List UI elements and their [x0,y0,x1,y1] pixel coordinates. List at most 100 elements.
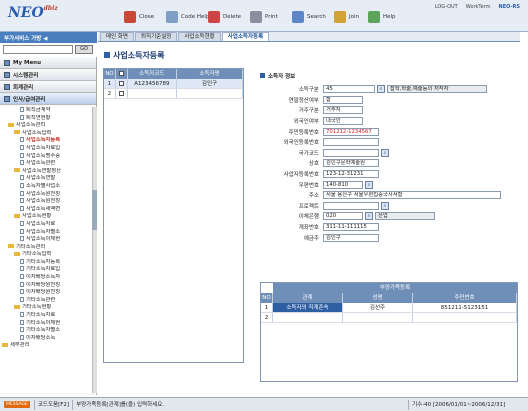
field-input[interactable]: 45 [323,85,375,94]
tab-business-income-registration[interactable]: 사업소득자등록 [221,32,270,41]
logout-link[interactable]: LOG-OUT [435,4,458,10]
row-no: 2 [261,313,273,322]
row-name[interactable] [343,313,413,322]
tree-item[interactable]: 기타소득자료 [0,312,92,320]
lookup-icon[interactable]: ⌕ [377,85,385,94]
field-input[interactable] [323,201,379,210]
field-input[interactable] [323,138,379,147]
row-code[interactable] [128,89,177,98]
tree-item-label: 사업소득명수증 [26,152,61,159]
field-input[interactable]: 김인구문학예술원 [323,159,379,168]
tree-item[interactable]: 사업소득자등록 [0,137,92,145]
tab-main[interactable]: 메인 화면 [100,32,134,41]
field-input[interactable]: 서울 용산구 서울우편집중국사서함 [323,191,501,200]
workterm-link[interactable]: WorkTerm [466,4,491,10]
tree-scrollbar[interactable] [92,107,97,393]
collapse-icon[interactable]: ◀ [43,36,47,42]
field-input[interactable]: 함 [323,95,363,104]
row-rrn[interactable] [413,313,517,322]
field-input[interactable]: 140-810 [323,180,363,189]
field-input[interactable]: 123-12-31231 [323,170,379,179]
close-button[interactable]: Close [124,10,154,24]
tree-item[interactable]: 사업소득세액변 [0,205,92,214]
menu-accounting[interactable]: 회계관리 [0,81,96,93]
field-input[interactable]: 김인구 [323,233,379,242]
tree-scrollbar-thumb[interactable] [92,190,97,230]
tab-retirement-settings[interactable]: 퇴직기준설정 [135,32,178,41]
tree-item[interactable]: 사업소득관련 [0,160,92,168]
tree-item[interactable]: 사업소득자별소 [0,228,92,237]
tree-item[interactable]: 사업소득입력 [0,130,92,138]
field-input[interactable]: 내국인 [323,117,363,126]
checkbox-icon[interactable] [118,81,124,86]
tree-item[interactable]: 이자배당원천징 [0,289,92,297]
lookup-icon[interactable]: ⌕ [365,212,373,221]
lookup-icon[interactable]: ⌕ [381,148,389,157]
tree-item[interactable]: 사업소득연말 [0,175,92,183]
col-check[interactable] [116,69,128,79]
tree-item[interactable]: 기타소득이체현 [0,319,92,328]
tree-item-label: 기타소득관리 [16,243,46,250]
menu-hr-payroll[interactable]: 인사/급여관리 [0,93,96,105]
tree-item[interactable]: 퇴직금계약 [0,107,92,115]
tree-item[interactable]: 기타소득현황 [0,304,92,312]
tree-item[interactable]: 기타소득자등록 [0,258,92,267]
tree-item[interactable]: 이자배당소득 [0,334,92,343]
code-help-button[interactable]: Code Help [166,10,209,24]
search-button[interactable]: Search [292,10,326,24]
lookup-icon[interactable]: ⌕ [365,180,373,189]
tree-item[interactable]: 사업소득명수증 [0,152,92,161]
table-row[interactable]: 2 [104,89,243,99]
tree-item[interactable]: 퇴직연현황 [0,114,92,123]
tree-item[interactable]: 세무관리 [0,342,92,350]
print-button[interactable]: Print [250,10,278,24]
tree-item[interactable]: 사업소득관리 [0,122,92,130]
row-name[interactable] [177,89,243,98]
table-row[interactable]: 1 A123456789 김인구 [104,79,243,89]
tree-item[interactable]: 사업소득이체현 [0,236,92,244]
row-check[interactable] [116,79,128,88]
checkbox-icon[interactable] [118,91,124,96]
field-input[interactable]: 701212-1234567 [323,127,379,136]
tree-item[interactable]: 기타소득자별소 [0,327,92,335]
field-input[interactable]: 거주자 [323,106,363,115]
lookup-icon[interactable]: ⌕ [381,201,389,210]
tree-item-label: 소득자별사업소 [26,182,61,189]
help-icon [368,11,380,23]
neo-link[interactable]: NEO-RS [499,4,520,10]
row-relation[interactable]: 소득자의 직계존속 [273,303,343,312]
field-input[interactable]: 020 [323,212,363,221]
field-input[interactable] [323,148,379,157]
sidebar-search-input[interactable] [3,45,73,54]
menu-system[interactable]: 시스템관리 [0,69,96,81]
menu-my-menu[interactable]: My Menu [0,57,96,69]
tree-item[interactable]: 사업소득현황 [0,213,92,221]
tree-item[interactable]: 이자배당원천징 [0,281,92,290]
table-row[interactable]: 2 [261,313,517,323]
field-input[interactable]: 311-11-111115 [323,223,379,232]
col-rrn: 주민번호 [413,293,517,303]
table-row[interactable]: 1 소득자의 직계존속 김선주 851211-5123151 [261,303,517,313]
tree-item[interactable]: 사업소득원천징 [0,198,92,206]
tree-item[interactable]: 소득자별사업소 [0,182,92,191]
tree-item[interactable]: 사업소득원천징 [0,190,92,199]
delete-button[interactable]: Delete [208,10,241,24]
tree-item[interactable]: 기타소득입력 [0,251,92,259]
help-button[interactable]: Help [368,10,396,24]
row-name[interactable]: 김선주 [343,303,413,312]
checkbox-icon[interactable] [118,71,124,76]
row-rrn[interactable]: 851211-5123151 [413,303,517,312]
join-button[interactable]: Join [334,10,359,24]
tree-item[interactable]: 이자배당소득자 [0,274,92,282]
tree-item[interactable]: 기타소득자료입 [0,266,92,274]
tab-business-income-status[interactable]: 사업소득현황 [178,32,221,41]
tree-item[interactable]: 사업소득연말정산 [0,168,92,176]
field-label: 주민등록번호 [288,129,319,136]
tree-item[interactable]: 사업소득자료 [0,220,92,229]
tree-item[interactable]: 사업소득자료입 [0,144,92,153]
row-relation[interactable] [273,313,343,322]
tree-item[interactable]: 기타소득관리 [0,244,92,252]
row-check[interactable] [116,89,128,98]
tree-item[interactable]: 기타소득관련 [0,296,92,305]
sidebar-go-button[interactable]: GO [75,45,93,54]
